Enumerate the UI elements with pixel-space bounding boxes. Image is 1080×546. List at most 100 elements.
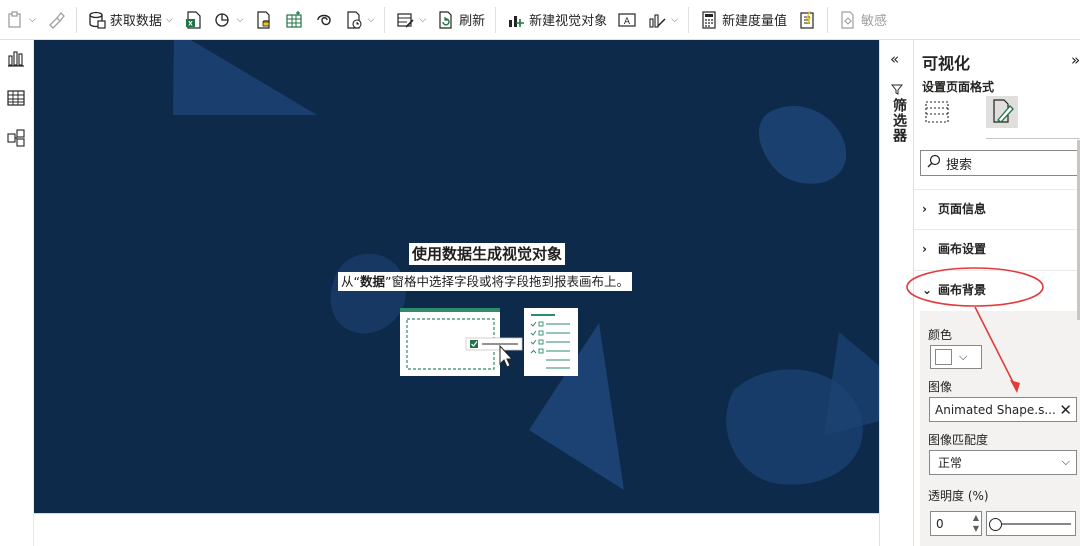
- transparency-stepper[interactable]: 0 ▲ ▼: [930, 511, 982, 536]
- brush-icon: [46, 10, 66, 30]
- refresh-icon: [436, 10, 456, 30]
- refresh-button[interactable]: 刷新: [431, 4, 490, 36]
- section-canvas-background-label: 画布背景: [938, 283, 987, 297]
- sql-server-button[interactable]: [249, 4, 279, 36]
- canvas-page-area: [34, 513, 879, 546]
- double-chevron-left-icon[interactable]: «: [890, 50, 899, 68]
- format-page-icon: [986, 99, 1018, 132]
- table-plus-icon: [284, 10, 304, 30]
- filters-pane-collapsed[interactable]: « 筛选器: [879, 40, 913, 546]
- chevron-down-icon: ⌵: [419, 14, 427, 25]
- svg-text:X: X: [188, 20, 193, 27]
- paste-icon: [5, 10, 25, 30]
- chevron-down-icon: ⌵: [959, 350, 968, 363]
- more-visuals-button[interactable]: ⌵: [642, 4, 683, 36]
- tab-format-page[interactable]: [986, 96, 1018, 128]
- get-data-button[interactable]: 获取数据 ⌵: [82, 4, 178, 36]
- database-icon: [87, 10, 107, 30]
- tab-build-visual[interactable]: [922, 96, 954, 128]
- placeholder-sub-bold: 数据: [359, 274, 385, 289]
- pane-title: 可视化: [922, 54, 971, 73]
- enter-data-button[interactable]: [279, 4, 309, 36]
- close-icon[interactable]: ✕: [1059, 401, 1072, 419]
- search-input[interactable]: 搜索: [920, 150, 1080, 176]
- text-box-button[interactable]: A: [612, 4, 642, 36]
- section-canvas-settings[interactable]: › 画布设置: [914, 229, 1080, 267]
- document-database-icon: [254, 10, 274, 30]
- separator: [75, 6, 77, 33]
- separator: [688, 6, 690, 33]
- filter-icon: [890, 80, 904, 99]
- data-hub-icon: [213, 10, 233, 30]
- table-view-icon[interactable]: [6, 88, 26, 108]
- format-painter-button[interactable]: [41, 4, 71, 36]
- chevron-down-icon: ⌵: [1061, 455, 1070, 468]
- chevron-up-icon[interactable]: ▲: [973, 513, 979, 522]
- image-file-field[interactable]: Animated Shape.s... ✕: [929, 397, 1077, 422]
- chevron-down-icon: ⌵: [165, 14, 173, 25]
- report-view-icon[interactable]: [6, 48, 26, 68]
- sensitivity-label: 敏感: [861, 14, 888, 29]
- chevron-right-icon: ›: [922, 201, 927, 216]
- dataverse-button[interactable]: [309, 4, 339, 36]
- separator: [827, 6, 829, 33]
- transform-icon: [395, 10, 415, 30]
- model-view-icon[interactable]: [6, 128, 26, 148]
- image-fit-label: 图像匹配度: [928, 433, 989, 447]
- view-switcher-rail: [0, 40, 34, 546]
- paste-button[interactable]: ⌵: [0, 4, 41, 36]
- new-measure-label: 新建度量值: [722, 14, 788, 29]
- dataverse-icon: [314, 10, 334, 30]
- build-visual-icon: [922, 101, 954, 132]
- refresh-label: 刷新: [459, 14, 486, 29]
- color-label: 颜色: [928, 328, 953, 342]
- transparency-value: 0: [936, 516, 944, 531]
- quick-measure-icon: [797, 10, 817, 30]
- placeholder-sub-pre: 从“: [341, 274, 360, 289]
- data-hub-button[interactable]: ⌵: [208, 4, 249, 36]
- excel-icon: X: [183, 10, 203, 30]
- excel-button[interactable]: X: [178, 4, 208, 36]
- drag-fields-illustration: [400, 308, 578, 376]
- new-measure-button[interactable]: 新建度量值: [694, 4, 792, 36]
- chevron-down-icon[interactable]: ▼: [973, 524, 979, 533]
- search-placeholder: 搜索: [946, 157, 973, 173]
- chevron-down-icon: ⌵: [367, 14, 375, 25]
- section-canvas-background[interactable]: ⌄ 画布背景: [914, 270, 1080, 308]
- placeholder-sub-post: ”窗格中选择字段或将字段拖到报表画布上。: [385, 274, 629, 289]
- transform-data-button[interactable]: ⌵: [390, 4, 431, 36]
- new-visual-label: 新建视觉对象: [529, 14, 608, 29]
- transparency-slider[interactable]: [986, 511, 1076, 536]
- chevron-down-icon: ⌄: [922, 282, 933, 297]
- get-data-label: 获取数据: [109, 14, 162, 29]
- chevron-right-icon: ›: [922, 241, 927, 256]
- sensitivity-button[interactable]: 敏感: [833, 4, 892, 36]
- image-label: 图像: [928, 380, 953, 394]
- pane-subtitle: 设置页面格式: [922, 80, 995, 94]
- new-visual-button[interactable]: 新建视觉对象: [501, 4, 612, 36]
- section-page-info[interactable]: › 页面信息: [914, 189, 1080, 227]
- chevron-down-icon: ⌵: [29, 14, 36, 25]
- placeholder-title: 使用数据生成视觉对象: [409, 243, 566, 265]
- separator: [495, 6, 497, 33]
- quick-measure-button[interactable]: [792, 4, 822, 36]
- image-fit-value: 正常: [938, 456, 963, 470]
- section-page-info-label: 页面信息: [938, 202, 987, 216]
- color-picker[interactable]: ⌵: [930, 345, 982, 369]
- color-swatch: [935, 349, 952, 365]
- recent-sources-button[interactable]: ⌵: [339, 4, 380, 36]
- image-file-name: Animated Shape.s...: [935, 402, 1056, 417]
- recent-sources-icon: [344, 10, 364, 30]
- ribbon-toolbar: ⌵ 获取数据 ⌵ X ⌵ ⌵ ⌵ 刷新 新建视觉对象 A ⌵ 新建度量值 敏感: [0, 0, 1080, 40]
- slider-thumb[interactable]: [989, 518, 1002, 531]
- search-icon: [927, 154, 941, 172]
- svg-text:A: A: [624, 17, 631, 27]
- calculator-icon: [699, 10, 719, 30]
- section-canvas-settings-label: 画布设置: [938, 242, 987, 256]
- more-visuals-icon: [647, 10, 667, 30]
- filters-label: 筛选器: [891, 98, 907, 143]
- image-fit-dropdown[interactable]: 正常 ⌵: [929, 450, 1077, 475]
- placeholder-subtitle: 从“数据”窗格中选择字段或将字段拖到报表画布上。: [338, 272, 632, 291]
- double-chevron-right-icon[interactable]: »: [1071, 51, 1080, 69]
- report-canvas[interactable]: 使用数据生成视觉对象 从“数据”窗格中选择字段或将字段拖到报表画布上。: [34, 40, 879, 513]
